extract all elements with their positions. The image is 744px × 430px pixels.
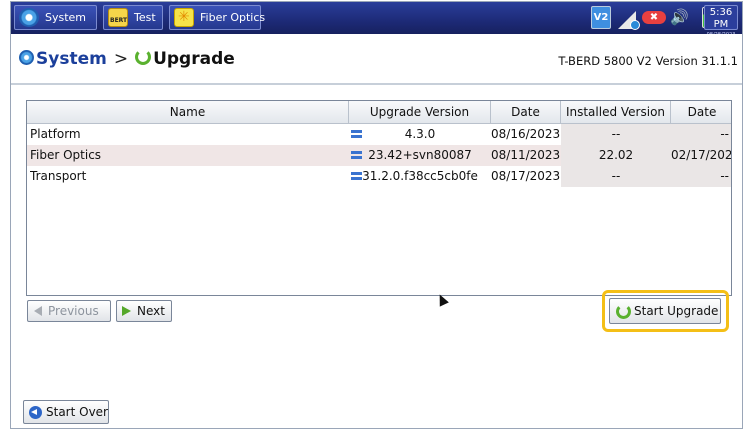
taskbar: System Test Fiber Optics V2 ✖ 🔊 5:36 PM … [11,2,742,38]
error-pill: ✖ [642,11,666,24]
version-list-icon[interactable] [351,151,362,159]
back-circle-icon [29,406,42,419]
upgrade-icon [616,304,631,319]
table-header: Name Upgrade Version Date Installed Vers… [27,101,731,124]
v2-status-icon[interactable]: V2 [591,6,611,29]
cell-installed-date: 02/17/2022 [671,145,731,166]
cell-name: Fiber Optics [30,148,102,162]
cell-upgrade-version: 31.2.0.f38cc5cb0fe [349,166,491,187]
cell-date: 08/17/2023 [491,169,561,183]
tab-test-label: Test [134,11,156,24]
fiber-optics-icon [174,8,194,27]
error-indicator-icon[interactable]: ✖ [642,6,666,29]
upgrade-version-text: 23.42+svn80087 [368,148,472,162]
start-upgrade-button[interactable]: Start Upgrade [609,298,721,324]
tab-system-label: System [45,11,87,24]
header-divider [11,83,742,85]
network-status-dot [630,20,640,30]
page-header: System > Upgrade T-BERD 5800 V2 Version 31… [11,34,742,84]
breadcrumb-system[interactable]: System [36,49,107,69]
cell-upgrade-version: 23.42+svn80087 [349,145,491,166]
cell-installed-version: -- [561,124,671,145]
tab-test[interactable]: Test [103,5,163,30]
cell-installed-date: -- [671,124,731,145]
network-signal-icon[interactable] [618,6,640,30]
version-list-icon[interactable] [351,130,362,138]
next-button[interactable]: Next [116,300,172,322]
version-label: T-BERD 5800 V2 Version 31.1.1 [558,54,738,68]
upgrade-icon [135,49,152,65]
column-header-installed-date[interactable]: Date [671,101,731,123]
tab-fiber-optics[interactable]: Fiber Optics [169,5,265,30]
page-title: Upgrade [153,49,235,69]
clock-time: 5:36 PM [709,7,733,30]
clock[interactable]: 5:36 PM 08/28/2023 [704,5,738,38]
column-header-date[interactable]: Date [491,101,561,123]
upgrade-version-text: 4.3.0 [404,127,436,141]
next-button-label: Next [137,304,165,318]
cell-date: 08/11/2023 [491,148,561,162]
table-row[interactable]: Fiber Optics 23.42+svn80087 08/11/2023 2… [27,145,731,166]
column-header-installed-version[interactable]: Installed Version [561,101,671,123]
previous-button[interactable]: Previous [27,300,111,322]
cell-name: Transport [30,169,87,183]
cell-installed-date: -- [671,166,731,187]
column-header-name[interactable]: Name [27,101,349,123]
table-row[interactable]: Platform 4.3.0 08/16/2023 -- -- [27,124,731,145]
cell-installed-version: -- [561,166,671,187]
cell-upgrade-version: 4.3.0 [349,124,491,145]
system-gear-icon [19,49,34,65]
tab-fiber-optics-label: Fiber Optics [200,11,266,24]
previous-button-label: Previous [48,304,99,318]
tab-system[interactable]: System [14,5,97,30]
bert-icon [108,8,128,27]
start-upgrade-label: Start Upgrade [634,304,719,318]
app-window: System Test Fiber Optics V2 ✖ 🔊 5:36 PM … [10,1,743,429]
start-over-button[interactable]: Start Over [23,400,109,424]
cell-installed-version: 22.02 [561,145,671,166]
arrow-left-icon [34,306,42,316]
breadcrumb-separator: > [113,49,129,69]
upgrade-table: Name Upgrade Version Date Installed Vers… [26,100,732,296]
arrow-right-icon [122,306,131,316]
upgrade-version-text: 31.2.0.f38cc5cb0fe [362,169,478,183]
volume-icon[interactable]: 🔊 [670,6,692,29]
cell-name: Platform [30,127,81,141]
cell-date: 08/16/2023 [491,127,561,141]
column-header-upgrade-version[interactable]: Upgrade Version [349,101,491,123]
table-row[interactable]: Transport 31.2.0.f38cc5cb0fe 08/17/2023 … [27,166,731,187]
breadcrumb: System > Upgrade [19,47,235,71]
start-over-label: Start Over [46,405,108,419]
version-list-icon[interactable] [351,172,362,180]
system-gear-icon [19,8,39,27]
